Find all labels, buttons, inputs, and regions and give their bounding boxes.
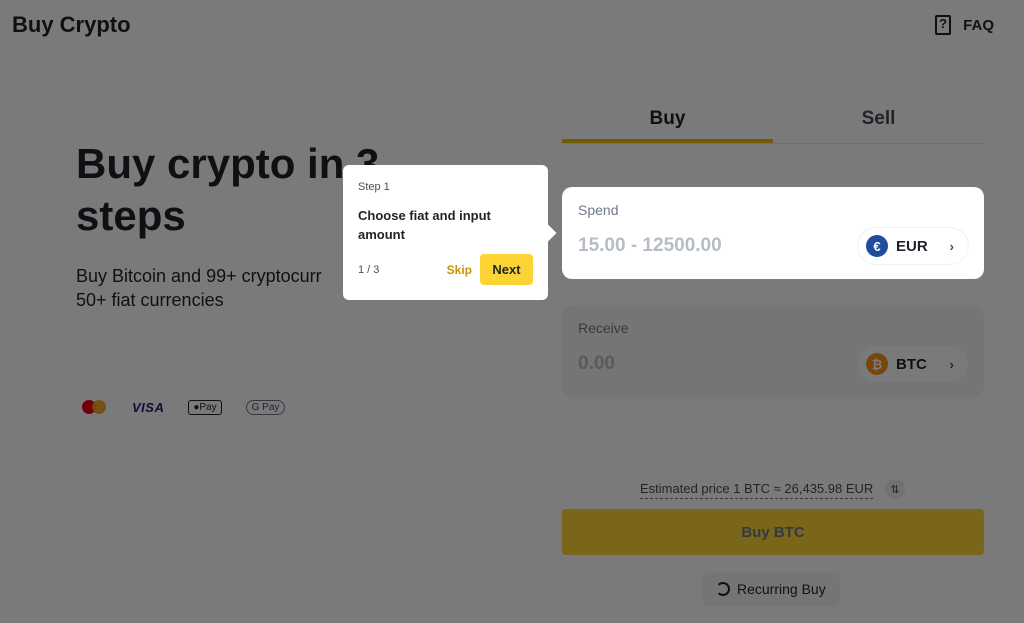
spend-label: Spend [578,202,619,218]
recurring-buy-label: Recurring Buy [737,581,826,597]
receive-currency-selector[interactable]: ₿ BTC › [858,346,968,382]
mastercard-icon [82,398,108,416]
tab-sell[interactable]: Sell [773,96,984,143]
recurring-icon [716,582,730,596]
receive-label: Receive [578,320,629,336]
receive-currency-label: BTC [896,355,927,373]
google-pay-icon: G Pay [245,399,286,415]
spend-amount-input[interactable]: 15.00 - 12500.00 [578,235,722,257]
eur-coin-icon: € [866,235,888,257]
recurring-buy-button[interactable]: Recurring Buy [702,572,840,606]
spend-currency-selector[interactable]: € EUR › [858,228,968,264]
spend-box: Spend 15.00 - 12500.00 € EUR › [562,187,984,279]
hero-subtitle-line2: 50+ fiat currencies [76,290,224,310]
tooltip-step-count: 1 / 3 [358,263,380,276]
apple-pay-icon: ●Pay [188,399,222,415]
faq-link[interactable]: FAQ [935,15,994,35]
chevron-right-icon: › [949,238,954,254]
next-button[interactable]: Next [480,254,533,285]
swap-icon[interactable]: ⇅ [885,479,905,499]
buy-btc-button[interactable]: Buy BTC [562,509,984,555]
buy-sell-tabs: Buy Sell [562,96,984,144]
faq-label: FAQ [963,16,994,34]
tab-buy[interactable]: Buy [562,96,773,143]
faq-book-icon [935,15,952,35]
btc-coin-icon: ₿ [866,353,888,375]
chevron-right-icon: › [949,356,954,372]
receive-box: Receive 0.00 ₿ BTC › [562,305,984,397]
buy-crypto-page: Buy Crypto FAQ Buy crypto in 3 steps Buy… [0,0,1024,623]
page-title: Buy Crypto [12,12,131,37]
onboarding-tooltip: Step 1 Choose fiat and input amount 1 / … [343,165,548,300]
skip-button[interactable]: Skip [447,263,472,277]
hero-subtitle: Buy Bitcoin and 99+ cryptocurr 50+ fiat … [76,264,376,312]
hero-subtitle-line1: Buy Bitcoin and 99+ cryptocurr [76,266,322,286]
visa-icon: VISA [132,399,165,415]
tooltip-step: Step 1 [358,181,390,193]
receive-amount-input[interactable]: 0.00 [578,353,615,375]
estimated-price[interactable]: Estimated price 1 BTC ≈ 26,435.98 EUR [640,481,874,499]
tooltip-footer: 1 / 3 Skip Next [358,254,533,285]
tooltip-text: Choose fiat and input amount [358,208,491,242]
payment-methods: VISA ●Pay G Pay [82,398,286,416]
spend-currency-label: EUR [896,237,928,255]
